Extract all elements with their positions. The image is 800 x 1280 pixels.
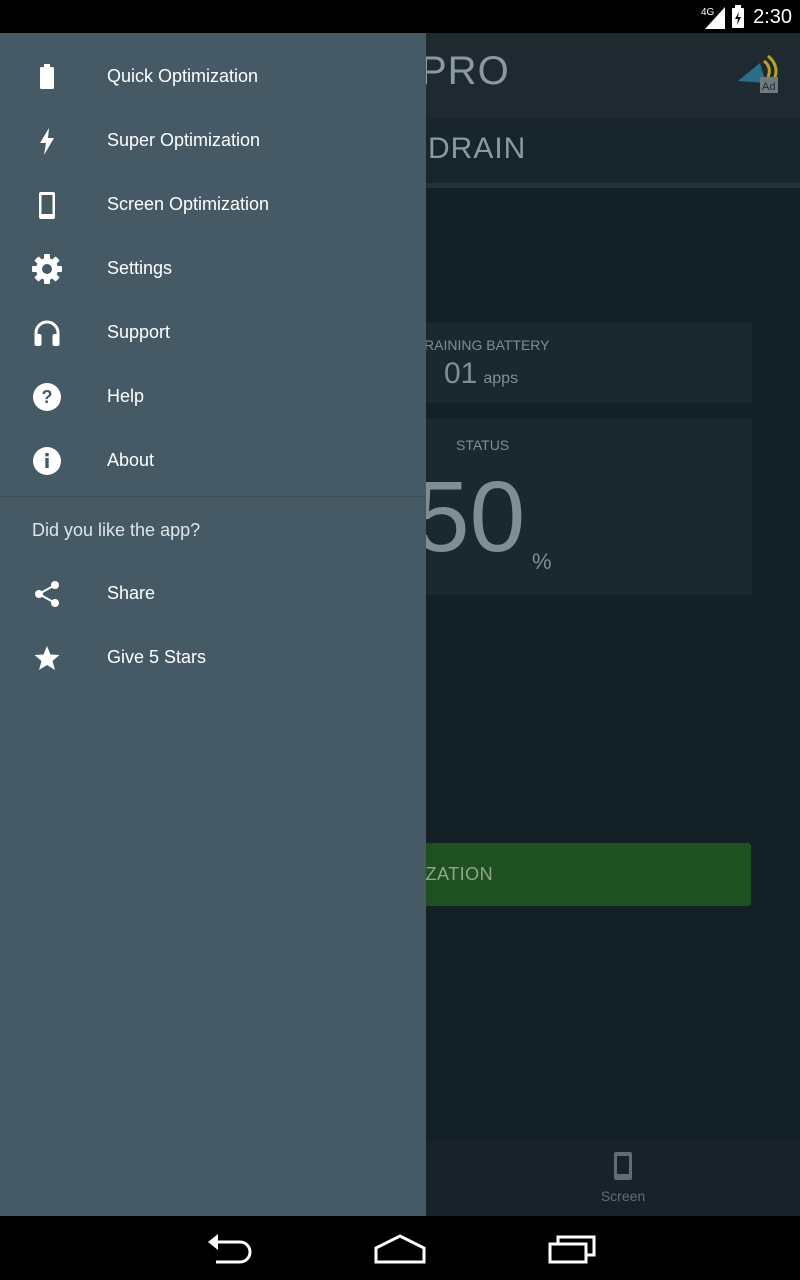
drawer-item-label: Support [107,322,171,342]
home-icon[interactable] [370,1230,430,1266]
navigation-drawer: Quick Optimization Super Optimization Sc… [0,33,426,1216]
phone-icon [39,192,55,219]
clock: 2:30 [753,5,792,28]
optimization-button-label: IZATION [420,864,494,884]
drawer-menu: Quick Optimization Super Optimization Sc… [0,33,426,492]
drawer-item-help[interactable]: ? Help [0,364,426,428]
headset-icon [34,320,60,346]
draining-count: 01 [444,357,478,390]
drawer-item-label: About [107,450,155,470]
battery-icon [40,64,54,89]
bottom-nav-screen-label: Screen [600,1188,646,1204]
system-nav-bar [0,1216,800,1280]
battery-status-icon [732,5,745,28]
status-icons: 4G 2:30 [701,4,792,30]
drawer-item-quick-optimization[interactable]: Quick Optimization [0,44,426,108]
share-icon [35,581,59,607]
draining-value: 01 apps [444,357,518,391]
drawer-item-settings[interactable]: Settings [0,236,426,300]
back-icon[interactable] [200,1230,260,1266]
drawer-item-label: Help [107,386,145,406]
status-bar: 4G 2:30 [0,0,800,33]
svg-text:Ad: Ad [762,81,775,93]
network-label: 4G [701,7,715,18]
bolt-icon [40,128,54,155]
signal-icon: 4G [701,7,726,29]
bottom-nav-screen[interactable]: Screen [590,1151,656,1204]
drawer-item-label: Quick Optimization [107,66,259,86]
drawer-item-label: Settings [107,258,173,278]
status-label: STATUS [456,437,510,453]
status-value: 50 [414,461,526,573]
app-title: PRO [420,49,510,93]
drawer-item-share[interactable]: Share [0,561,426,625]
status-card: STATUS 50 % [400,419,752,595]
drawer-item-label: Super Optimization [107,130,261,150]
ad-megaphone-icon[interactable]: Ad [734,53,780,95]
draining-battery-card: RAINING BATTERY 01 apps [400,323,752,403]
phone-icon [614,1152,632,1180]
recents-icon[interactable] [542,1230,602,1266]
drawer-item-label: Share [107,583,156,603]
drawer-item-give-stars[interactable]: Give 5 Stars [0,625,426,689]
drawer-item-screen-optimization[interactable]: Screen Optimization [0,172,426,236]
info-icon [33,447,61,475]
feedback-section-title: Did you like the app? [32,520,201,540]
drawer-item-about[interactable]: About [0,428,426,492]
feedback-menu: Share Give 5 Stars [0,561,426,689]
draining-unit: apps [483,370,519,387]
drawer-item-support[interactable]: Support [0,300,426,364]
gear-icon [32,254,62,284]
drawer-item-label: Give 5 Stars [107,647,207,667]
optimization-button[interactable]: IZATION [400,843,751,906]
star-icon [34,646,60,670]
drawer-item-super-optimization[interactable]: Super Optimization [0,108,426,172]
drawer-item-label: Screen Optimization [107,194,270,214]
status-unit: % [532,549,552,574]
help-icon: ? [33,383,61,411]
draining-label: RAINING BATTERY [424,337,550,353]
tab-drain[interactable]: DRAIN [428,132,526,166]
svg-text:?: ? [42,387,53,407]
